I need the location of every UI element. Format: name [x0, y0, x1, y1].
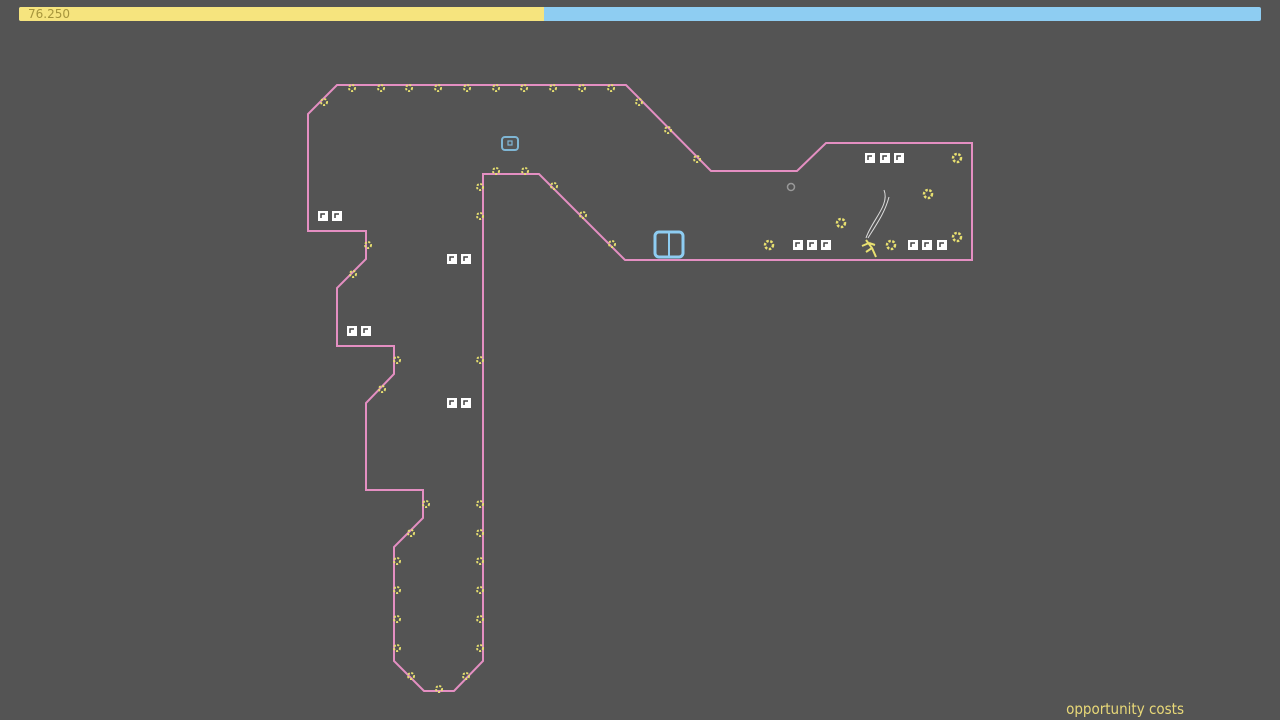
- gold-piece: [922, 188, 934, 200]
- bounce-block: [865, 153, 875, 163]
- gold-pieces: [763, 152, 963, 251]
- block-body: [318, 211, 328, 221]
- block-body: [347, 326, 357, 336]
- block-body: [894, 153, 904, 163]
- gold-piece: [951, 152, 963, 164]
- block-body: [793, 240, 803, 250]
- toggle-mines: [320, 84, 701, 693]
- bounce-block: [908, 240, 918, 250]
- block-body: [447, 254, 457, 264]
- bounce-block: [793, 240, 803, 250]
- gold-piece: [763, 239, 775, 251]
- bounce-block: [347, 326, 357, 336]
- exit-switch: [501, 136, 519, 151]
- level-name: opportunity costs: [1066, 700, 1184, 718]
- block-body: [361, 326, 371, 336]
- block-body: [908, 240, 918, 250]
- toggle-mine: [462, 672, 470, 680]
- bounce-block: [821, 240, 831, 250]
- bounce-block: [894, 153, 904, 163]
- block-body: [461, 398, 471, 408]
- gold-piece: [951, 231, 963, 243]
- gold-piece: [885, 239, 897, 251]
- bounce-block: [318, 211, 328, 221]
- block-body: [865, 153, 875, 163]
- bounce-block: [361, 326, 371, 336]
- block-body: [332, 211, 342, 221]
- block-body: [807, 240, 817, 250]
- bounce-block: [461, 398, 471, 408]
- block-body: [821, 240, 831, 250]
- block-body: [447, 398, 457, 408]
- bounce-block: [461, 254, 471, 264]
- block-body: [922, 240, 932, 250]
- launch-pad: [786, 182, 796, 192]
- exit-door: [653, 230, 685, 259]
- bounce-block: [880, 153, 890, 163]
- block-body: [461, 254, 471, 264]
- block-body: [937, 240, 947, 250]
- gold-piece: [835, 217, 847, 229]
- bounce-block: [447, 398, 457, 408]
- bounce-block: [447, 254, 457, 264]
- toggle-mine: [320, 98, 328, 106]
- bounce-blocks: [318, 153, 947, 408]
- bounce-block: [922, 240, 932, 250]
- ninja-player: [861, 189, 890, 258]
- level-wall-outline: [307, 84, 973, 692]
- block-body: [880, 153, 890, 163]
- bounce-block: [807, 240, 817, 250]
- bounce-block: [332, 211, 342, 221]
- level-canvas: [307, 84, 973, 693]
- bounce-block: [937, 240, 947, 250]
